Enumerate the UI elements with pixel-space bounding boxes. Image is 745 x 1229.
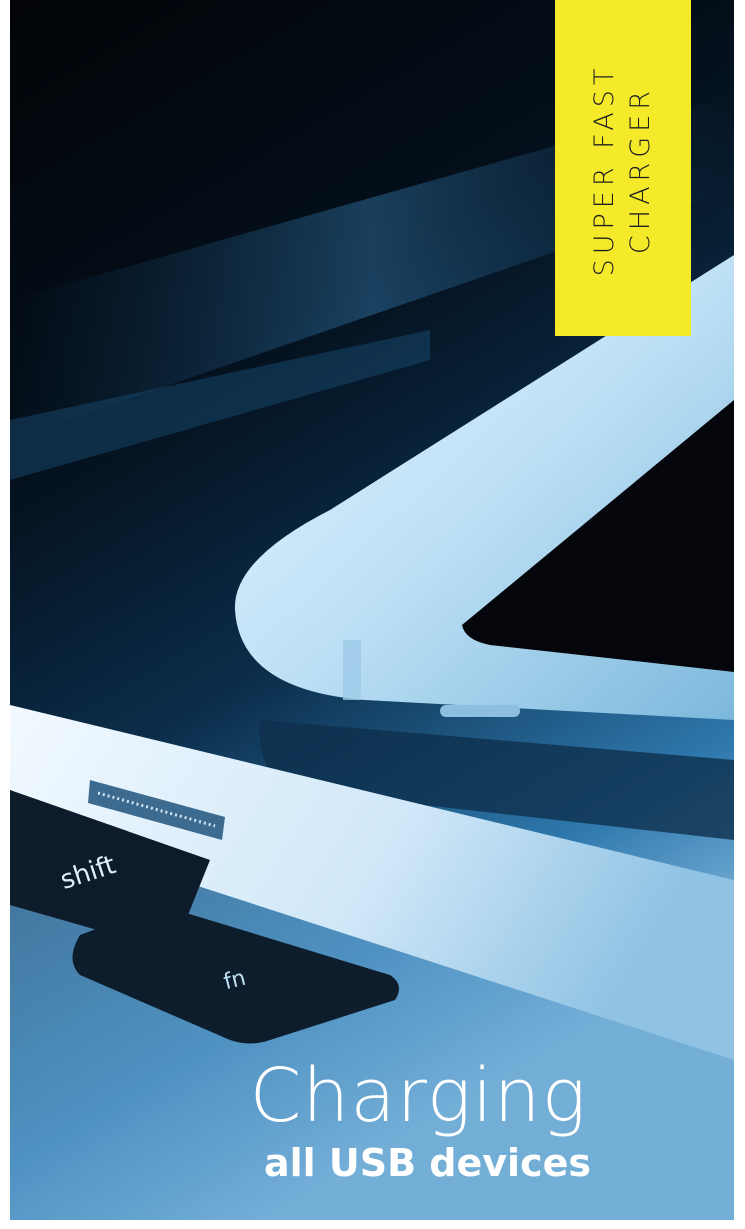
caption-subtitle: all USB devices: [263, 1141, 591, 1185]
badge-line-2: CHARGER: [625, 85, 656, 255]
badge-line-1: SUPER FAST: [589, 63, 620, 277]
badge-text: SUPER FAST CHARGER: [578, 0, 668, 348]
super-fast-charger-badge: SUPER FAST CHARGER: [555, 0, 691, 336]
banner-frame: shift fn SUPER FAST CHARGER Charging all…: [10, 0, 734, 1220]
caption-title: Charging: [249, 1053, 587, 1139]
